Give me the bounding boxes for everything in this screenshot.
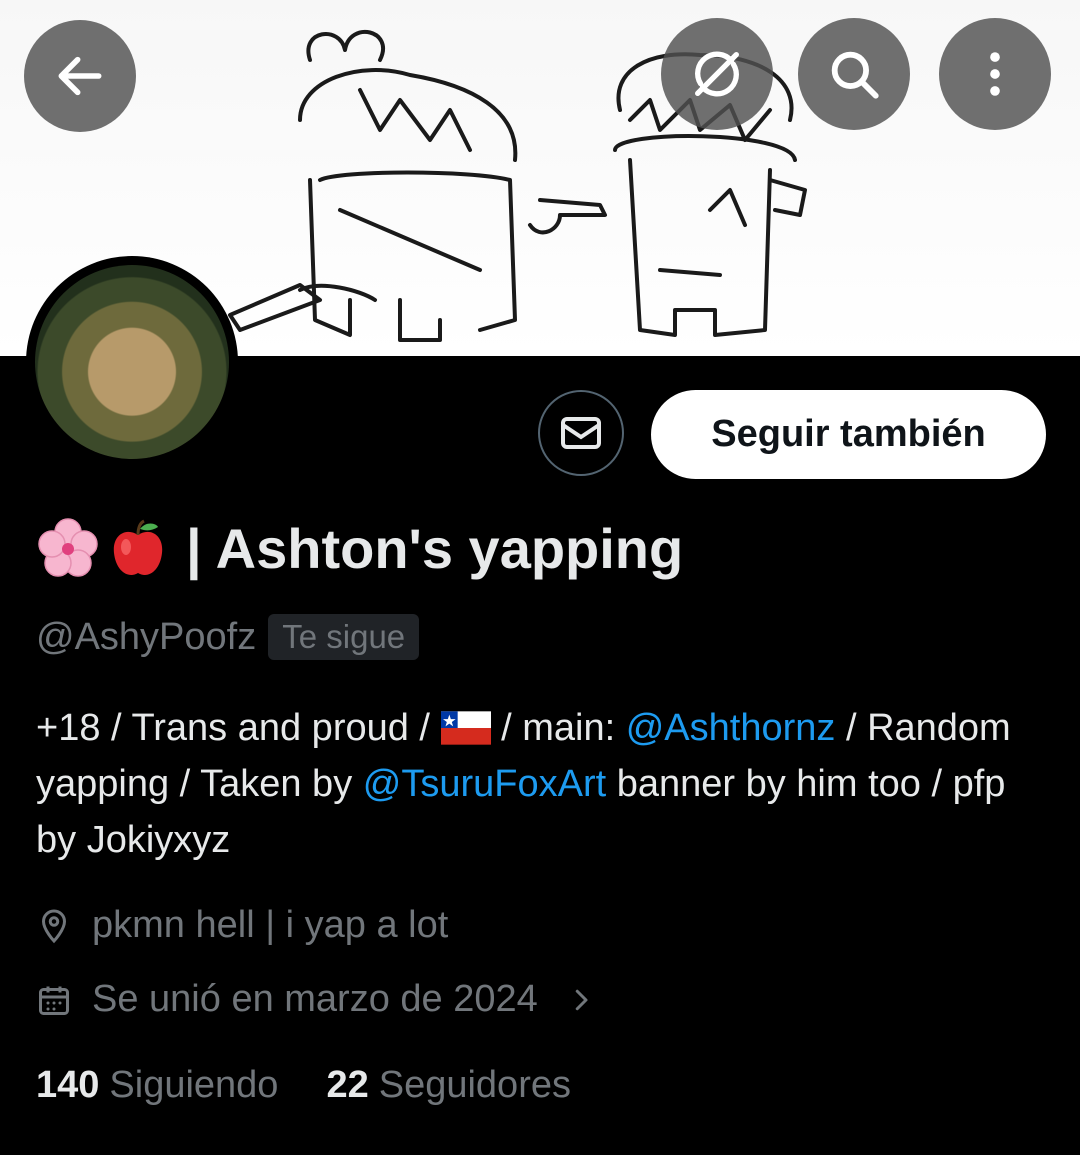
avatar-image [35,265,229,459]
profile-bio: +18 / Trans and proud / / main: @Ashthor… [36,700,1046,868]
follow-back-button[interactable]: Seguir también [651,390,1046,479]
following-stat-link[interactable]: 140 Siguiendo [36,1064,278,1107]
followers-count: 22 [326,1064,369,1106]
following-label: Siguiendo [109,1064,279,1106]
grok-button[interactable] [661,18,773,130]
chile-flag-icon [440,711,491,745]
follow-stats: 140 Siguiendo 22 Seguidores [36,1064,619,1107]
location-text: pkmn hell | i yap a lot [92,904,449,946]
bio-text: +18 / Trans and proud / [36,707,441,749]
following-count: 140 [36,1064,100,1106]
more-options-button[interactable] [939,18,1051,130]
more-vertical-icon [990,52,1000,96]
avatar[interactable] [26,256,238,468]
username-handle: @AshyPoofz [36,615,257,658]
red-apple-icon [113,519,163,575]
location-pin-icon [41,909,67,943]
followers-stat-link[interactable]: 22 Seguidores [326,1064,571,1107]
bio-mention-link[interactable]: @TsuruFoxArt [363,763,606,805]
cherry-blossom-icon [38,517,98,577]
followers-label: Seguidores [378,1064,571,1106]
bio-mention-link[interactable]: @Ashthornz [626,707,836,749]
display-name: | Ashton's yapping [36,516,683,581]
location-row: pkmn hell | i yap a lot [36,904,448,947]
grok-icon [695,51,739,97]
message-button[interactable] [538,390,624,476]
arrow-left-icon [58,56,102,96]
calendar-icon [39,986,69,1015]
search-button[interactable] [798,18,910,130]
chevron-right-icon [575,989,588,1010]
display-name-separator: | [186,517,202,580]
follows-you-badge: Te sigue [268,614,420,660]
joined-date-row[interactable]: Se unió en marzo de 2024 [36,978,616,1021]
search-icon [831,51,879,99]
back-button[interactable] [24,20,136,132]
joined-date-text: Se unió en marzo de 2024 [92,978,538,1020]
display-name-text: Ashton's yapping [215,517,684,580]
handle-row: @AshyPoofz Te sigue [36,614,420,660]
bio-text: / main: [490,707,626,749]
envelope-icon [561,417,601,449]
